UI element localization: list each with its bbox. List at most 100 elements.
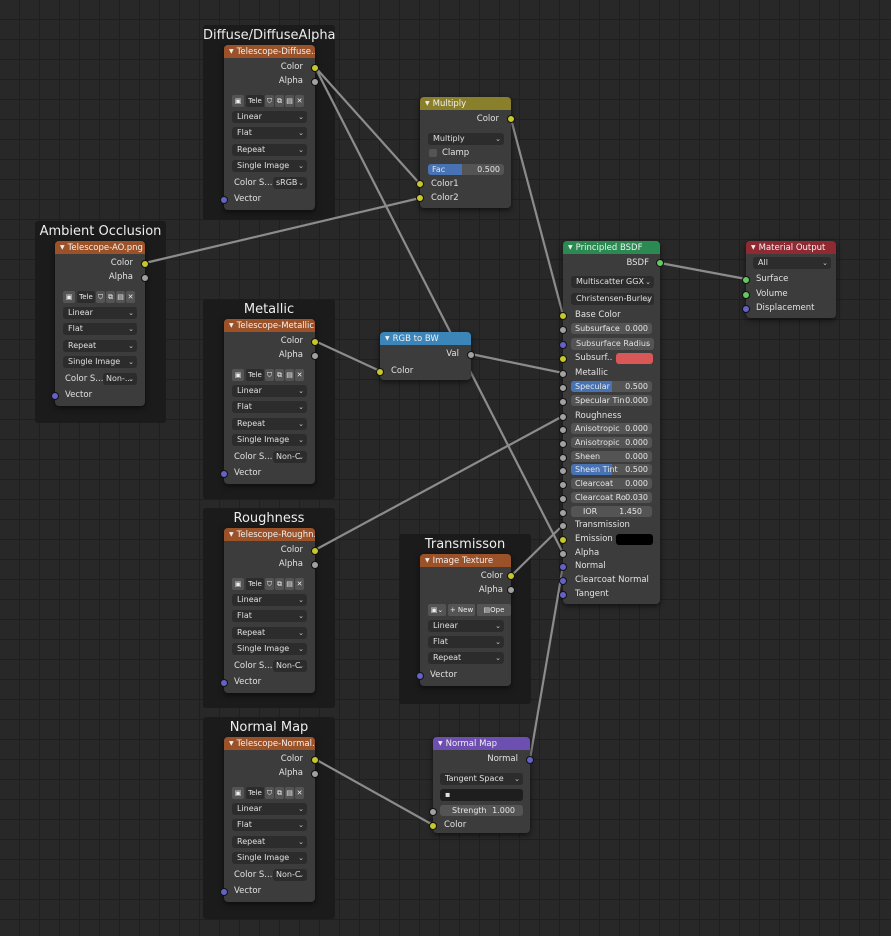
node-header[interactable]: ▼ RGB to BW [380,332,471,345]
fake-user-shield-icon[interactable]: ⛉ [265,787,274,799]
projection-dropdown[interactable]: Flat ⌄ [232,127,307,139]
folder-icon[interactable]: ▤ [285,787,294,799]
duplicate-icon[interactable]: ⧉ [106,291,115,303]
collapse-icon[interactable]: ▼ [751,244,756,251]
node-header[interactable]: ▼ Telescope-Normal... [224,737,315,750]
input-vector-socket[interactable] [220,470,228,478]
image-name-field[interactable]: Tele [77,291,95,303]
close-icon[interactable]: ✕ [295,369,304,381]
image-browse-icon[interactable]: ▣ [232,369,244,381]
input-vector-socket[interactable] [51,392,59,400]
collapse-icon[interactable]: ▼ [229,531,234,538]
node-header[interactable]: ▼ Normal Map [433,737,530,750]
image-texture-node-diffuse[interactable]: ▼ Telescope-Diffuse... Color Alpha ▣ Tele… [220,45,319,210]
color-space-dropdown[interactable]: Non-C ⌄ [273,869,307,881]
input-ior-socket[interactable] [559,509,567,517]
projection-dropdown[interactable]: Flat ⌄ [428,636,504,648]
fake-user-shield-icon[interactable]: ⛉ [265,95,274,107]
input-metallic-socket[interactable] [559,370,567,378]
input-volume-socket[interactable] [742,291,750,299]
collapse-icon[interactable]: ▼ [229,322,234,329]
image-name-field[interactable]: Tele [246,578,264,590]
output-alpha-socket[interactable] [311,352,319,360]
input-color1-socket[interactable] [416,180,424,188]
interpolation-dropdown[interactable]: Linear ⌄ [63,307,137,319]
output-color-socket[interactable] [311,547,319,555]
node-header[interactable]: ▼ Image Texture [420,554,511,567]
fake-user-shield-icon[interactable]: ⛉ [265,369,274,381]
input-sheen-tint-socket[interactable] [559,467,567,475]
output-bsdf-socket[interactable] [656,259,664,267]
input-transmission-socket[interactable] [559,522,567,530]
output-color-socket[interactable] [507,572,515,580]
specular-field[interactable]: Specular 0.500 [571,381,652,392]
source-dropdown[interactable]: Single Image ⌄ [232,852,307,864]
input-clearcoat-roughness-socket[interactable] [559,495,567,503]
blend-type-dropdown[interactable]: Multiply ⌄ [428,133,504,145]
collapse-icon[interactable]: ▼ [229,48,234,55]
input-color-socket[interactable] [429,822,437,830]
input-vector-socket[interactable] [416,672,424,680]
node-header[interactable]: ▼ Telescope-Diffuse... [224,45,315,58]
input-anisotropic-socket[interactable] [559,426,567,434]
extension-dropdown[interactable]: Repeat ⌄ [232,836,307,848]
close-icon[interactable]: ✕ [295,95,304,107]
close-icon[interactable]: ✕ [295,578,304,590]
collapse-icon[interactable]: ▼ [425,100,430,107]
image-browse-icon[interactable]: ▣ [232,787,244,799]
input-normal-socket[interactable] [559,563,567,571]
image-texture-node-normal[interactable]: ▼ Telescope-Normal... Color Alpha ▣ Tele … [220,737,319,902]
strength-field[interactable]: Strength 1.000 [440,805,523,816]
duplicate-icon[interactable]: ⧉ [275,369,284,381]
subsurface-color-swatch[interactable] [616,353,653,364]
sheen-field[interactable]: Sheen 0.000 [571,451,652,462]
extension-dropdown[interactable]: Repeat ⌄ [428,652,504,664]
input-subsurface-color-socket[interactable] [559,355,567,363]
image-name-field[interactable]: Tele [246,787,264,799]
close-icon[interactable]: ✕ [126,291,135,303]
clamp-checkbox[interactable] [429,149,437,157]
extension-dropdown[interactable]: Repeat ⌄ [232,627,307,639]
image-browse-icon[interactable]: ▣ [232,578,244,590]
normal-map-node[interactable]: ▼ Normal Map Normal Tangent Space ⌄ ▪ Stre… [429,737,534,833]
output-color-socket[interactable] [141,260,149,268]
projection-dropdown[interactable]: Flat ⌄ [232,610,307,622]
collapse-icon[interactable]: ▼ [425,557,430,564]
input-displacement-socket[interactable] [742,305,750,313]
input-clearcoat-normal-socket[interactable] [559,577,567,585]
input-tangent-socket[interactable] [559,591,567,599]
collapse-icon[interactable]: ▼ [229,740,234,747]
distribution-dropdown[interactable]: Multiscatter GGX ⌄ [571,276,654,288]
interpolation-dropdown[interactable]: Linear ⌄ [428,620,504,632]
node-header[interactable]: ▼ Telescope-Roughn... [224,528,315,541]
output-normal-socket[interactable] [526,756,534,764]
input-base-color-socket[interactable] [559,312,567,320]
image-texture-node-metallic[interactable]: ▼ Telescope-Metallic... Color Alpha ▣ Tel… [220,319,319,484]
input-specular-socket[interactable] [559,384,567,392]
subsurface-radius-field[interactable]: Subsurface Radius ⌄ [571,338,654,350]
collapse-icon[interactable]: ▼ [385,335,390,342]
extension-dropdown[interactable]: Repeat ⌄ [63,340,137,352]
output-val-socket[interactable] [467,351,475,359]
image-texture-node-transmission[interactable]: ▼ Image Texture Color Alpha ▣⌄ + New ▤Ope… [416,554,515,686]
image-browse-icon[interactable]: ▣ [63,291,75,303]
anisotropic-field[interactable]: Anisotropic 0.000 [571,423,652,434]
output-alpha-socket[interactable] [311,78,319,86]
subsurface-method-dropdown[interactable]: Christensen-Burley ⌄ [571,293,654,305]
color-space-dropdown[interactable]: Non-C ⌄ [273,660,307,672]
output-alpha-socket[interactable] [311,561,319,569]
extension-dropdown[interactable]: Repeat ⌄ [232,144,307,156]
input-color2-socket[interactable] [416,194,424,202]
image-browse-icon[interactable]: ▣⌄ [428,604,446,616]
input-clearcoat-socket[interactable] [559,481,567,489]
rgb-to-bw-node[interactable]: ▼ RGB to BW Val Color [376,332,475,380]
collapse-icon[interactable]: ▼ [568,244,573,251]
interpolation-dropdown[interactable]: Linear ⌄ [232,803,307,815]
output-alpha-socket[interactable] [507,586,515,594]
image-name-field[interactable]: Tele [246,95,264,107]
source-dropdown[interactable]: Single Image ⌄ [63,356,137,368]
uv-map-field[interactable]: ▪ [440,789,523,801]
color-space-dropdown[interactable]: sRGB ⌄ [273,177,307,189]
input-sheen-socket[interactable] [559,454,567,462]
emission-color-swatch[interactable] [616,534,653,545]
